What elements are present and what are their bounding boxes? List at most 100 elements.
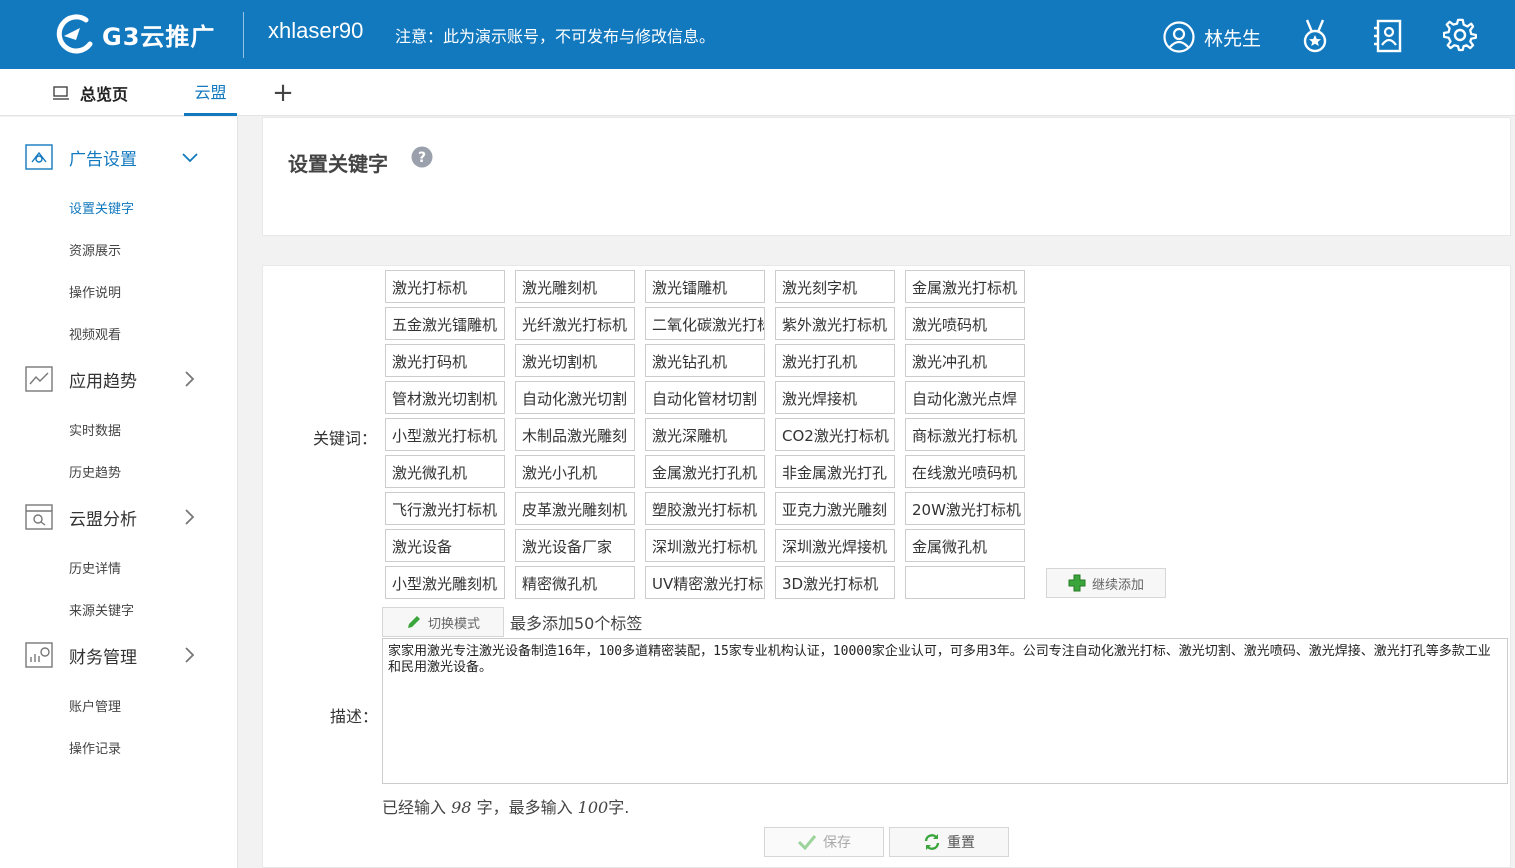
keyword-input[interactable]: 激光深雕机: [645, 418, 765, 451]
sidebar-item-instructions[interactable]: 操作说明: [69, 282, 121, 301]
keyword-input[interactable]: 自动化管材切割: [645, 381, 765, 414]
max-tags-tip: 最多添加50个标签: [510, 614, 643, 633]
sidebar-item-realtime-data[interactable]: 实时数据: [69, 420, 121, 439]
count-suffix: 字.: [608, 798, 630, 817]
keyword-input[interactable]: 光纤激光打标机: [515, 307, 635, 340]
keyword-input[interactable]: 激光小孔机: [515, 455, 635, 488]
sidebar-item-history-trend[interactable]: 历史趋势: [69, 462, 121, 481]
sidebar-item-video[interactable]: 视频观看: [69, 324, 121, 343]
tab-overview-label: 总览页: [80, 84, 129, 104]
svg-text:?: ?: [418, 150, 426, 166]
keyword-input[interactable]: 小型激光打标机: [385, 418, 505, 451]
sidebar-item-history-detail[interactable]: 历史详情: [69, 558, 121, 577]
logo[interactable]: G3云推广: [56, 10, 215, 58]
reset-button[interactable]: 重置: [889, 827, 1009, 857]
keyword-input[interactable]: 3D激光打标机: [775, 566, 895, 599]
keyword-input[interactable]: UV精密激光打标: [645, 566, 765, 599]
switch-mode-button[interactable]: 切换模式: [382, 607, 504, 637]
settings-gear-icon[interactable]: [1443, 18, 1477, 52]
keyword-input[interactable]: 激光打标机: [385, 270, 505, 303]
plus-icon: [1068, 574, 1086, 592]
user-name: 林先生: [1204, 27, 1262, 50]
keyword-input[interactable]: 深圳激光打标机: [645, 529, 765, 562]
sidebar-group-trends[interactable]: 应用趋势: [0, 359, 238, 399]
count-prefix: 已经输入: [382, 798, 447, 817]
keyword-input[interactable]: 自动化激光点焊: [905, 381, 1025, 414]
pencil-icon: [407, 616, 420, 628]
keyword-input[interactable]: 自动化激光切割: [515, 381, 635, 414]
medal-icon[interactable]: [1300, 18, 1330, 54]
save-label: 保存: [823, 835, 851, 851]
user-menu[interactable]: 林先生: [1162, 20, 1261, 54]
count-max: 100: [577, 798, 609, 817]
sidebar-item-set-keywords[interactable]: 设置关键字: [69, 198, 134, 217]
sidebar-group-analysis[interactable]: 云盟分析: [0, 497, 238, 537]
sidebar-item-account-management[interactable]: 账户管理: [69, 696, 121, 715]
keyword-input[interactable]: [905, 566, 1025, 599]
switch-mode-label: 切换模式: [427, 616, 480, 632]
description-textarea[interactable]: 家家用激光专注激光设备制造16年，100多道精密装配，15家专业机构认证，100…: [382, 638, 1508, 784]
analysis-search-icon: [25, 504, 53, 530]
header-divider: [243, 12, 244, 58]
save-button[interactable]: 保存: [764, 827, 884, 857]
keyword-input[interactable]: 商标激光打标机: [905, 418, 1025, 451]
sidebar-item-source-keywords[interactable]: 来源关键字: [69, 600, 134, 619]
sidebar-item-resource-display[interactable]: 资源展示: [69, 240, 121, 259]
keyword-input[interactable]: 飞行激光打标机: [385, 492, 505, 525]
keyword-input[interactable]: 20W激光打标机: [905, 492, 1025, 525]
reset-label: 重置: [947, 835, 975, 851]
sidebar-group-ad-settings[interactable]: 广告设置: [0, 137, 238, 177]
keyword-input[interactable]: 激光打码机: [385, 344, 505, 377]
keyword-input[interactable]: 激光打孔机: [775, 344, 895, 377]
sidebar-item-operation-log[interactable]: 操作记录: [69, 738, 121, 757]
keyword-input[interactable]: 皮革激光雕刻机: [515, 492, 635, 525]
keyword-input[interactable]: 精密微孔机: [515, 566, 635, 599]
keyword-input[interactable]: 金属激光打标机: [905, 270, 1025, 303]
keyword-input[interactable]: 激光焊接机: [775, 381, 895, 414]
keyword-input[interactable]: 激光钻孔机: [645, 344, 765, 377]
tab-yunmeng[interactable]: 云盟: [184, 69, 237, 116]
keyword-input[interactable]: 紫外激光打标机: [775, 307, 895, 340]
keyword-input[interactable]: 激光设备: [385, 529, 505, 562]
keyword-input[interactable]: 亚克力激光雕刻: [775, 492, 895, 525]
keyword-input[interactable]: 激光镭雕机: [645, 270, 765, 303]
contacts-icon[interactable]: [1372, 18, 1404, 54]
sidebar-group-finance[interactable]: 财务管理: [0, 635, 238, 675]
add-tab-button[interactable]: +: [270, 69, 296, 116]
keyword-input[interactable]: 激光刻字机: [775, 270, 895, 303]
refresh-icon: [924, 834, 940, 850]
keyword-input[interactable]: 管材激光切割机: [385, 381, 505, 414]
ad-settings-icon: [25, 144, 53, 170]
keyword-input[interactable]: 深圳激光焊接机: [775, 529, 895, 562]
keyword-input[interactable]: 激光设备厂家: [515, 529, 635, 562]
keyword-input[interactable]: 金属微孔机: [905, 529, 1025, 562]
checkmark-icon: [797, 835, 817, 850]
keyword-input[interactable]: 激光微孔机: [385, 455, 505, 488]
keyword-form: 关键词： 激光打标机 激光雕刻机 激光镭雕机 激光刻字机 金属激光打标机 五金激光镭雕机光…: [262, 265, 1511, 868]
keyword-input[interactable]: 塑胶激光打标机: [645, 492, 765, 525]
keyword-input[interactable]: 非金属激光打孔: [775, 455, 895, 488]
chevron-right-icon: [185, 509, 195, 525]
chevron-down-icon: [182, 153, 198, 163]
keyword-input[interactable]: 金属激光打孔机: [645, 455, 765, 488]
count-value: 98: [451, 798, 472, 817]
keyword-input[interactable]: 激光切割机: [515, 344, 635, 377]
title-panel: 设置关键字 ?: [262, 117, 1511, 236]
continue-add-button[interactable]: 继续添加: [1046, 568, 1166, 598]
help-icon[interactable]: ?: [411, 146, 433, 168]
keyword-input[interactable]: 二氧化碳激光打标机: [645, 307, 765, 340]
sidebar: 广告设置 设置关键字 资源展示 操作说明 视频观看 应用趋势 实时数据 历史趋势…: [0, 117, 238, 868]
keyword-input[interactable]: 激光雕刻机: [515, 270, 635, 303]
keyword-input[interactable]: 小型激光雕刻机: [385, 566, 505, 599]
char-count: 已经输入 98 字，最多输入 100字.: [382, 794, 629, 818]
tab-bar: 总览页 云盟 +: [0, 69, 1515, 116]
monitor-icon: [53, 85, 69, 100]
keyword-input[interactable]: 五金激光镭雕机: [385, 307, 505, 340]
keyword-input[interactable]: CO2激光打标机: [775, 418, 895, 451]
count-mid: 字，最多输入: [476, 798, 573, 817]
tab-overview[interactable]: 总览页: [52, 69, 128, 116]
keyword-input[interactable]: 激光冲孔机: [905, 344, 1025, 377]
keyword-input[interactable]: 在线激光喷码机: [905, 455, 1025, 488]
keyword-input[interactable]: 激光喷码机: [905, 307, 1025, 340]
keyword-input[interactable]: 木制品激光雕刻: [515, 418, 635, 451]
